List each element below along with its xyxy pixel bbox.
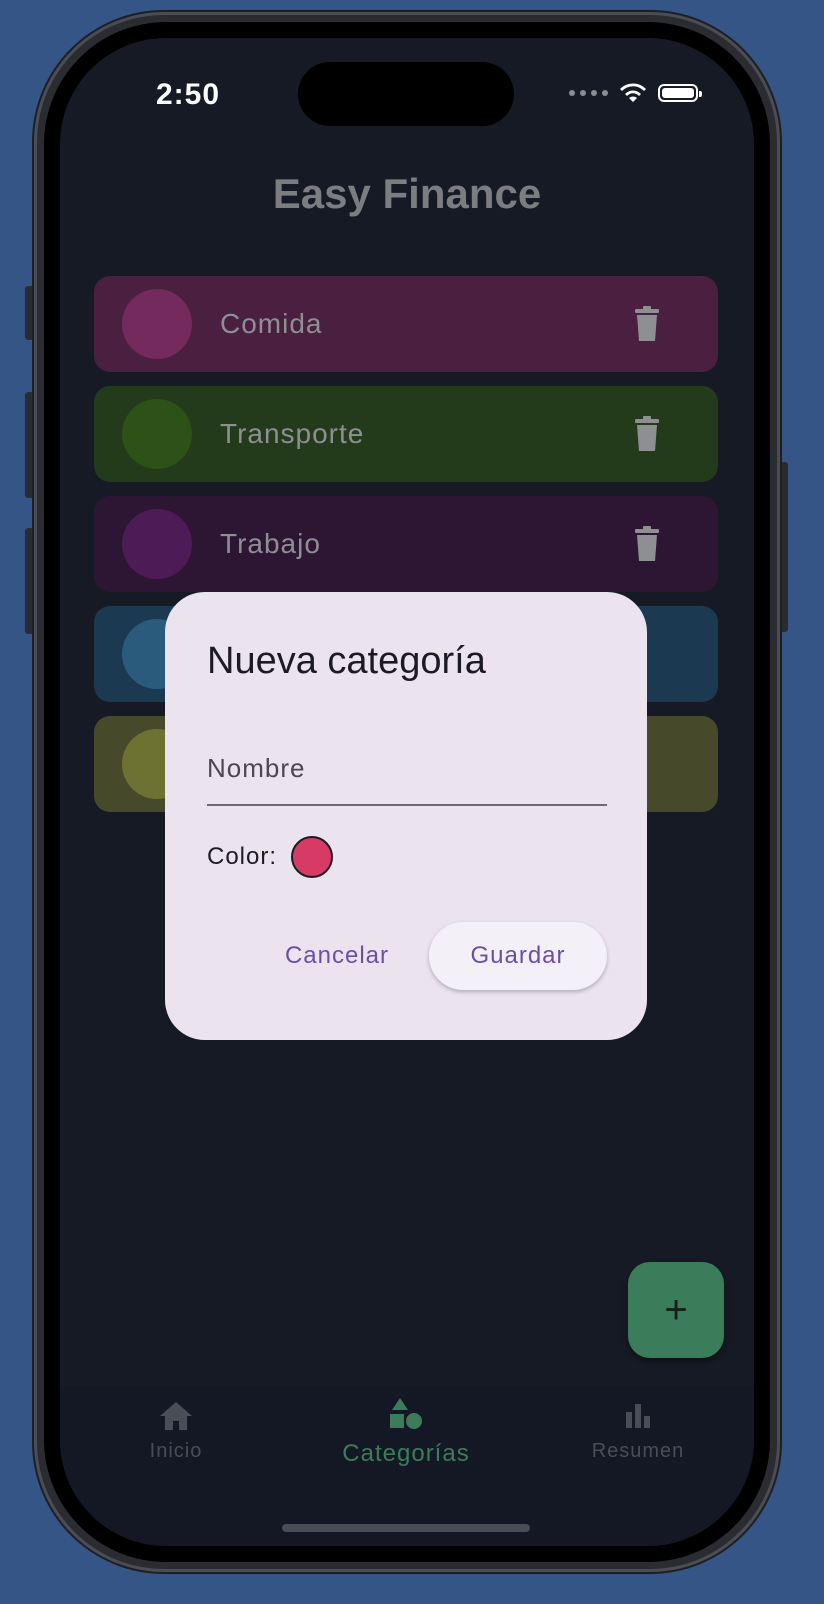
nav-item-inicio[interactable]: Inicio — [96, 1400, 256, 1463]
home-indicator — [282, 1524, 530, 1532]
category-name-input[interactable] — [207, 732, 607, 806]
home-icon — [160, 1402, 192, 1430]
category-item[interactable]: Comida — [94, 276, 718, 372]
bar-chart-icon — [626, 1404, 650, 1428]
dynamic-island — [298, 62, 514, 126]
color-picker-swatch[interactable] — [291, 836, 334, 878]
nav-label: Categorías — [342, 1440, 470, 1467]
trash-icon[interactable] — [634, 416, 660, 452]
nav-item-resumen[interactable]: Resumen — [558, 1400, 718, 1463]
signal-icon — [569, 90, 608, 96]
status-icons — [569, 82, 702, 104]
category-label: Comida — [220, 308, 323, 339]
save-button[interactable]: Guardar — [429, 922, 607, 990]
category-label: Trabajo — [220, 528, 321, 559]
category-item[interactable]: Trabajo — [94, 496, 718, 592]
nav-label: Resumen — [591, 1440, 685, 1462]
cancel-button[interactable]: Cancelar — [275, 922, 399, 990]
wifi-icon — [620, 83, 646, 102]
category-item[interactable]: Transporte — [94, 386, 718, 482]
app-title: Easy Finance — [272, 170, 542, 217]
category-color-dot — [122, 509, 192, 579]
category-label: Transporte — [220, 418, 365, 449]
trash-icon[interactable] — [634, 526, 660, 562]
add-category-fab[interactable]: + — [628, 1262, 724, 1358]
app-screen: 2:50 Easy Finance Comida Transporte Trab… — [60, 38, 754, 1546]
bottom-navigation: Inicio Categorías Resumen — [60, 1386, 754, 1546]
nav-item-categorias[interactable]: Categorías — [326, 1396, 486, 1468]
nav-label: Inicio — [149, 1440, 203, 1462]
color-label: Color: — [207, 843, 278, 870]
status-time: 2:50 — [156, 78, 221, 111]
category-color-dot — [122, 289, 192, 359]
dialog-title: Nueva categoría — [207, 640, 486, 682]
new-category-dialog: Nueva categoría Color: Cancelar Guardar — [165, 592, 647, 1040]
category-icon — [390, 1398, 422, 1429]
color-row: Color: — [207, 836, 334, 878]
battery-icon — [658, 84, 702, 102]
category-color-dot — [122, 399, 192, 469]
trash-icon[interactable] — [634, 306, 660, 342]
